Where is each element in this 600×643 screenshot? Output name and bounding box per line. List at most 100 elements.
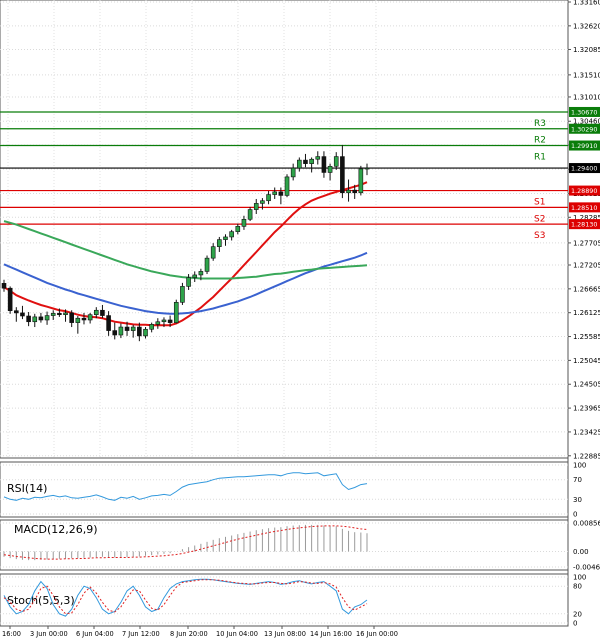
stoch-y-tick-label: 0 — [573, 620, 577, 628]
rsi-y-tick-label: 100 — [573, 462, 586, 470]
macd-title: MACD(12,26,9) — [14, 523, 98, 536]
candle-body — [253, 203, 259, 210]
candle-body — [352, 189, 357, 194]
candle-body — [118, 326, 124, 336]
candle-body — [32, 316, 38, 323]
x-axis-label: 6 Jun 04:00 — [76, 630, 114, 638]
pivot-value-label: 1.28890 — [571, 187, 597, 195]
candle-body — [7, 287, 13, 312]
candle-body — [14, 310, 19, 314]
candle-body — [340, 156, 345, 194]
candle-body — [75, 317, 81, 323]
chart-canvas: 1.331601.326201.320851.315101.310101.304… — [0, 0, 600, 638]
candle-body — [130, 326, 136, 331]
pivot-name-R1: R1 — [534, 153, 546, 163]
pivot-name-R3: R3 — [534, 119, 546, 129]
candle-body — [358, 168, 364, 194]
price-y-tick-label: 1.27205 — [573, 261, 600, 269]
x-axis-label: 8 Jun 20:00 — [170, 630, 208, 638]
stoch-y-tick-label: 100 — [573, 574, 586, 582]
candle-body — [106, 315, 111, 331]
candle-body — [229, 231, 234, 238]
pivot-value-label: 1.29910 — [571, 142, 597, 150]
candle-body — [180, 286, 185, 303]
moving-average-0 — [3, 181, 368, 327]
pivot-name-S1: S1 — [534, 198, 545, 208]
candle-body — [167, 319, 173, 323]
candle-body — [241, 218, 247, 227]
rsi-line — [3, 472, 368, 501]
pivot-value-label: 1.28130 — [571, 221, 597, 229]
price-y-tick-label: 1.22885 — [573, 452, 600, 460]
candle-body — [38, 316, 44, 321]
x-axis-label: 10 Jun 04:00 — [216, 630, 258, 638]
candle-body — [266, 194, 271, 202]
x-axis-label: 3 Jun 00:00 — [30, 630, 68, 638]
candle-body — [284, 176, 290, 196]
price-y-tick-label: 1.32085 — [573, 46, 600, 54]
x-axis-label: 7 Jun 12:00 — [122, 630, 160, 638]
moving-average-2 — [3, 220, 368, 280]
candle-body — [297, 159, 302, 169]
candle-body — [44, 315, 50, 321]
stoch-title: Stoch(5,5,3) — [7, 594, 75, 607]
stoch-panel-frame — [0, 573, 569, 627]
candle-body — [155, 321, 161, 325]
candle-body — [247, 209, 253, 220]
candle-body — [198, 271, 204, 276]
macd-y-tick-label: -0.004669 — [573, 564, 600, 572]
macd-y-tick-label: 0.00 — [573, 548, 589, 556]
candle-body — [364, 167, 370, 170]
price-y-tick-label: 1.31510 — [573, 71, 600, 79]
price-y-tick-label: 1.26665 — [573, 285, 600, 293]
candle-body — [346, 189, 351, 194]
candle-body — [57, 313, 62, 315]
price-y-tick-label: 1.23965 — [573, 405, 600, 413]
candle-body — [69, 312, 74, 323]
candle-body — [186, 277, 191, 287]
candle-body — [272, 191, 278, 195]
candle-body — [137, 326, 142, 337]
candle-body — [87, 314, 93, 321]
pivot-value-label: 1.28510 — [571, 204, 597, 212]
candle-body — [210, 246, 216, 259]
candle-body — [204, 257, 210, 272]
x-axis-label: 16 Jun 00:00 — [356, 630, 398, 638]
candle-body — [81, 317, 87, 321]
candle-body — [260, 200, 265, 204]
price-y-tick-label: 1.23425 — [573, 428, 600, 436]
rsi-title: RSI(14) — [7, 482, 47, 495]
candle-body — [26, 315, 31, 323]
candle-body — [315, 156, 321, 160]
candle-body — [50, 313, 56, 316]
rsi-panel-frame — [0, 461, 569, 518]
candle-body — [124, 326, 130, 331]
candle-body — [20, 312, 25, 317]
candle-body — [278, 191, 284, 196]
candle-body — [112, 330, 118, 336]
candle-body — [192, 274, 198, 278]
macd-y-tick-label: 0.008565 — [573, 520, 600, 528]
candle-body — [100, 309, 105, 316]
candle-body — [63, 312, 68, 315]
pivot-value-label: 1.30670 — [571, 109, 597, 117]
pivot-name-R2: R2 — [534, 136, 546, 146]
candle-body — [290, 167, 296, 178]
candle-body — [149, 324, 154, 330]
candle-body — [217, 239, 222, 247]
candle-body — [333, 156, 339, 167]
price-y-tick-label: 1.25045 — [573, 357, 600, 365]
candle-body — [161, 319, 167, 323]
candle-body — [173, 302, 179, 323]
candle-body — [327, 165, 333, 173]
candle-body — [93, 309, 99, 315]
candle-body — [1, 283, 7, 289]
price-y-tick-label: 1.32620 — [573, 22, 600, 30]
price-y-tick-label: 1.25585 — [573, 333, 600, 341]
price-y-tick-label: 1.27705 — [573, 239, 600, 247]
pivot-name-S3: S3 — [534, 231, 545, 241]
candle-body — [235, 226, 241, 232]
stoch-y-tick-label: 80 — [573, 583, 582, 591]
x-axis-label: 13 Jun 08:00 — [264, 630, 306, 638]
price-y-tick-label: 1.24505 — [573, 381, 600, 389]
